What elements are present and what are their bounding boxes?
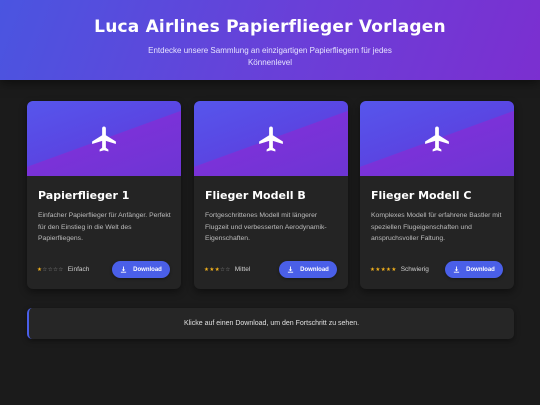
download-icon [121,266,127,273]
card-title: Flieger Modell B [205,189,306,202]
card-footer: ★★★☆☆ Mittel Download [204,261,337,278]
card-footer: ★☆☆☆☆ Einfach Download [37,261,170,278]
download-button-label: Download [466,266,495,273]
card-footer: ★★★★★ Schwierig Download [370,261,503,278]
card-hero [194,101,348,176]
card-description: Fortgeschrittenes Modell mit längerer Fl… [205,212,327,242]
template-card: Flieger Modell C Komplexes Modell für er… [360,101,514,289]
difficulty-label: Einfach [67,266,90,273]
difficulty-label: Schwierig [400,266,429,273]
card-description: Einfacher Papierflieger für Anfänger. Pe… [38,212,171,242]
card-description: Komplexes Modell für erfahrene Bastler m… [371,212,502,242]
difficulty-rating: ★★★★★ Schwierig [370,266,429,273]
template-card: Papierflieger 1 Einfacher Papierflieger … [27,101,181,289]
card-title: Papierflieger 1 [38,189,130,202]
airplane-icon [92,126,116,151]
star-empty-icon: ☆ [225,266,231,273]
template-card: Flieger Modell B Fortgeschrittenes Model… [194,101,348,289]
download-button[interactable]: Download [445,261,503,278]
download-icon [288,266,294,273]
star-filled-icon: ★ [391,266,397,273]
download-button-label: Download [300,266,329,273]
download-button[interactable]: Download [112,261,170,278]
page-title: Luca Airlines Papierflieger Vorlagen [94,17,446,37]
page-header: Luca Airlines Papierflieger Vorlagen Ent… [0,0,540,80]
download-icon [454,266,460,273]
difficulty-label: Mittel [234,266,251,273]
card-title: Flieger Modell C [371,189,472,202]
template-card-list: Papierflieger 1 Einfacher Papierflieger … [27,101,514,289]
airplane-icon [425,126,449,151]
star-empty-icon: ☆ [58,266,64,273]
star-rating: ★☆☆☆☆ [37,267,64,273]
page-subtitle: Entdecke unsere Sammlung an einzigartige… [148,46,392,67]
card-hero [27,101,181,176]
star-rating: ★★★☆☆ [204,267,231,273]
download-button[interactable]: Download [279,261,337,278]
star-rating: ★★★★★ [370,267,397,273]
card-hero [360,101,514,176]
airplane-icon [259,126,283,151]
status-message: Klicke auf einen Download, um den Fortsc… [27,308,514,339]
difficulty-rating: ★☆☆☆☆ Einfach [37,266,89,273]
difficulty-rating: ★★★☆☆ Mittel [204,266,250,273]
download-button-label: Download [133,266,162,273]
